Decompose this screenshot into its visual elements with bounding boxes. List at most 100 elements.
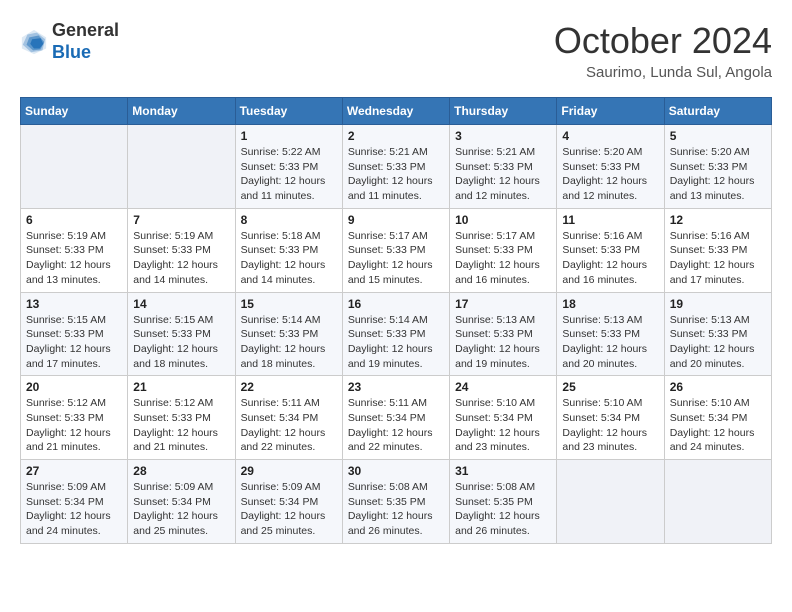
- weekday-header: Monday: [128, 98, 235, 125]
- day-info: Sunrise: 5:21 AM Sunset: 5:33 PM Dayligh…: [455, 145, 551, 204]
- day-info: Sunrise: 5:13 AM Sunset: 5:33 PM Dayligh…: [455, 313, 551, 372]
- weekday-header: Saturday: [664, 98, 771, 125]
- calendar-cell: 19 Sunrise: 5:13 AM Sunset: 5:33 PM Dayli…: [664, 292, 771, 376]
- day-number: 29: [241, 464, 337, 478]
- day-info: Sunrise: 5:12 AM Sunset: 5:33 PM Dayligh…: [26, 396, 122, 455]
- logo-line2: Blue: [52, 42, 91, 62]
- day-number: 14: [133, 297, 229, 311]
- day-number: 25: [562, 380, 658, 394]
- day-number: 1: [241, 129, 337, 143]
- calendar-cell: 14 Sunrise: 5:15 AM Sunset: 5:33 PM Dayli…: [128, 292, 235, 376]
- day-number: 7: [133, 213, 229, 227]
- calendar-cell: 5 Sunrise: 5:20 AM Sunset: 5:33 PM Daylig…: [664, 125, 771, 209]
- calendar-cell: 27 Sunrise: 5:09 AM Sunset: 5:34 PM Dayli…: [21, 460, 128, 544]
- calendar-cell: 26 Sunrise: 5:10 AM Sunset: 5:34 PM Dayli…: [664, 376, 771, 460]
- calendar-cell: [557, 460, 664, 544]
- day-number: 4: [562, 129, 658, 143]
- day-number: 18: [562, 297, 658, 311]
- day-number: 23: [348, 380, 444, 394]
- day-info: Sunrise: 5:18 AM Sunset: 5:33 PM Dayligh…: [241, 229, 337, 288]
- calendar-week-row: 27 Sunrise: 5:09 AM Sunset: 5:34 PM Dayli…: [21, 460, 772, 544]
- month-title: October 2024: [554, 20, 772, 62]
- calendar-cell: 9 Sunrise: 5:17 AM Sunset: 5:33 PM Daylig…: [342, 208, 449, 292]
- calendar-week-row: 1 Sunrise: 5:22 AM Sunset: 5:33 PM Daylig…: [21, 125, 772, 209]
- calendar-cell: 22Sunrise: 5:11 AM Sunset: 5:34 PM Dayli…: [235, 376, 342, 460]
- day-info: Sunrise: 5:11 AM Sunset: 5:34 PM Dayligh…: [348, 396, 444, 455]
- calendar-cell: 13Sunrise: 5:15 AM Sunset: 5:33 PM Dayli…: [21, 292, 128, 376]
- day-info: Sunrise: 5:08 AM Sunset: 5:35 PM Dayligh…: [348, 480, 444, 539]
- calendar-cell: 15 Sunrise: 5:14 AM Sunset: 5:33 PM Dayli…: [235, 292, 342, 376]
- day-info: Sunrise: 5:09 AM Sunset: 5:34 PM Dayligh…: [241, 480, 337, 539]
- day-info: Sunrise: 5:20 AM Sunset: 5:33 PM Dayligh…: [670, 145, 766, 204]
- calendar-cell: 31Sunrise: 5:08 AM Sunset: 5:35 PM Dayli…: [450, 460, 557, 544]
- day-info: Sunrise: 5:17 AM Sunset: 5:33 PM Dayligh…: [348, 229, 444, 288]
- day-info: Sunrise: 5:13 AM Sunset: 5:33 PM Dayligh…: [562, 313, 658, 372]
- day-number: 5: [670, 129, 766, 143]
- day-number: 9: [348, 213, 444, 227]
- day-number: 17: [455, 297, 551, 311]
- day-number: 24: [455, 380, 551, 394]
- day-info: Sunrise: 5:12 AM Sunset: 5:33 PM Dayligh…: [133, 396, 229, 455]
- calendar-cell: 1 Sunrise: 5:22 AM Sunset: 5:33 PM Daylig…: [235, 125, 342, 209]
- calendar-week-row: 6Sunrise: 5:19 AM Sunset: 5:33 PM Daylig…: [21, 208, 772, 292]
- day-number: 21: [133, 380, 229, 394]
- day-number: 8: [241, 213, 337, 227]
- weekday-header-row: SundayMondayTuesdayWednesdayThursdayFrid…: [21, 98, 772, 125]
- day-info: Sunrise: 5:16 AM Sunset: 5:33 PM Dayligh…: [562, 229, 658, 288]
- calendar-cell: 18 Sunrise: 5:13 AM Sunset: 5:33 PM Dayli…: [557, 292, 664, 376]
- day-number: 3: [455, 129, 551, 143]
- calendar-week-row: 20Sunrise: 5:12 AM Sunset: 5:33 PM Dayli…: [21, 376, 772, 460]
- calendar-cell: 12 Sunrise: 5:16 AM Sunset: 5:33 PM Dayli…: [664, 208, 771, 292]
- calendar-cell: 29 Sunrise: 5:09 AM Sunset: 5:34 PM Dayli…: [235, 460, 342, 544]
- calendar-cell: [21, 125, 128, 209]
- day-info: Sunrise: 5:22 AM Sunset: 5:33 PM Dayligh…: [241, 145, 337, 204]
- day-number: 26: [670, 380, 766, 394]
- calendar-cell: 21 Sunrise: 5:12 AM Sunset: 5:33 PM Dayli…: [128, 376, 235, 460]
- day-info: Sunrise: 5:14 AM Sunset: 5:33 PM Dayligh…: [348, 313, 444, 372]
- calendar-cell: 3 Sunrise: 5:21 AM Sunset: 5:33 PM Daylig…: [450, 125, 557, 209]
- calendar-cell: 6Sunrise: 5:19 AM Sunset: 5:33 PM Daylig…: [21, 208, 128, 292]
- day-info: Sunrise: 5:16 AM Sunset: 5:33 PM Dayligh…: [670, 229, 766, 288]
- day-info: Sunrise: 5:09 AM Sunset: 5:34 PM Dayligh…: [26, 480, 122, 539]
- calendar-cell: 28 Sunrise: 5:09 AM Sunset: 5:34 PM Dayli…: [128, 460, 235, 544]
- day-info: Sunrise: 5:21 AM Sunset: 5:33 PM Dayligh…: [348, 145, 444, 204]
- day-info: Sunrise: 5:10 AM Sunset: 5:34 PM Dayligh…: [455, 396, 551, 455]
- day-info: Sunrise: 5:15 AM Sunset: 5:33 PM Dayligh…: [133, 313, 229, 372]
- calendar-cell: 25 Sunrise: 5:10 AM Sunset: 5:34 PM Dayli…: [557, 376, 664, 460]
- day-number: 19: [670, 297, 766, 311]
- day-number: 15: [241, 297, 337, 311]
- day-info: Sunrise: 5:14 AM Sunset: 5:33 PM Dayligh…: [241, 313, 337, 372]
- weekday-header: Sunday: [21, 98, 128, 125]
- day-number: 10: [455, 213, 551, 227]
- day-info: Sunrise: 5:13 AM Sunset: 5:33 PM Dayligh…: [670, 313, 766, 372]
- day-number: 31: [455, 464, 551, 478]
- day-info: Sunrise: 5:10 AM Sunset: 5:34 PM Dayligh…: [562, 396, 658, 455]
- day-number: 28: [133, 464, 229, 478]
- day-number: 27: [26, 464, 122, 478]
- day-number: 11: [562, 213, 658, 227]
- weekday-header: Tuesday: [235, 98, 342, 125]
- calendar-cell: 23 Sunrise: 5:11 AM Sunset: 5:34 PM Dayli…: [342, 376, 449, 460]
- page-header: General Blue October 2024 Saurimo, Lunda…: [20, 20, 772, 81]
- calendar-cell: 2Sunrise: 5:21 AM Sunset: 5:33 PM Daylig…: [342, 125, 449, 209]
- day-number: 13: [26, 297, 122, 311]
- calendar-table: SundayMondayTuesdayWednesdayThursdayFrid…: [20, 97, 772, 544]
- calendar-cell: 24 Sunrise: 5:10 AM Sunset: 5:34 PM Dayli…: [450, 376, 557, 460]
- calendar-header: SundayMondayTuesdayWednesdayThursdayFrid…: [21, 98, 772, 125]
- calendar-cell: 17 Sunrise: 5:13 AM Sunset: 5:33 PM Dayli…: [450, 292, 557, 376]
- day-number: 30: [348, 464, 444, 478]
- day-info: Sunrise: 5:19 AM Sunset: 5:33 PM Dayligh…: [26, 229, 122, 288]
- calendar-cell: 8 Sunrise: 5:18 AM Sunset: 5:33 PM Daylig…: [235, 208, 342, 292]
- calendar-cell: 7Sunrise: 5:19 AM Sunset: 5:33 PM Daylig…: [128, 208, 235, 292]
- calendar-cell: 4 Sunrise: 5:20 AM Sunset: 5:33 PM Daylig…: [557, 125, 664, 209]
- day-info: Sunrise: 5:09 AM Sunset: 5:34 PM Dayligh…: [133, 480, 229, 539]
- day-info: Sunrise: 5:10 AM Sunset: 5:34 PM Dayligh…: [670, 396, 766, 455]
- calendar-week-row: 13 Sunrise: 5:15 AM Sunset: 5:33 PM Dayli…: [21, 292, 772, 376]
- calendar-cell: 16Sunrise: 5:14 AM Sunset: 5:33 PM Dayli…: [342, 292, 449, 376]
- day-info: Sunrise: 5:20 AM Sunset: 5:33 PM Dayligh…: [562, 145, 658, 204]
- calendar-cell: 30 Sunrise: 5:08 AM Sunset: 5:35 PM Dayli…: [342, 460, 449, 544]
- day-number: 12: [670, 213, 766, 227]
- weekday-header: Thursday: [450, 98, 557, 125]
- logo-text: General Blue: [52, 20, 119, 63]
- weekday-header: Wednesday: [342, 98, 449, 125]
